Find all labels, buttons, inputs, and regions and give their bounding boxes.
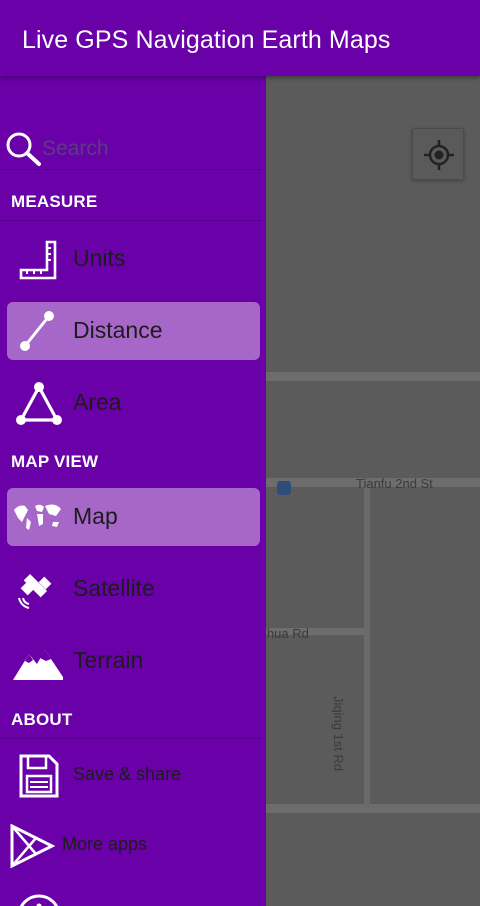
street-label: ihua Rd <box>266 626 309 641</box>
map-road <box>266 372 480 381</box>
divider <box>0 738 266 739</box>
section-about: ABOUT <box>11 710 73 729</box>
menu-item-label: More apps <box>62 834 148 854</box>
mountain-icon <box>13 650 63 680</box>
street-label: Tianfu 2nd St <box>356 476 433 491</box>
menu-item-info[interactable] <box>7 884 260 906</box>
info-icon <box>19 894 59 906</box>
triangle-area-icon <box>16 382 62 425</box>
my-location-icon <box>424 140 454 170</box>
map-road <box>266 804 480 813</box>
menu-item-label: Satellite <box>73 575 155 601</box>
menu-item-area[interactable]: Area <box>7 374 260 432</box>
satellite-icon <box>18 573 52 609</box>
section-map-view: MAP VIEW <box>11 452 99 471</box>
play-store-icon <box>10 823 56 869</box>
search-bar <box>0 126 266 170</box>
map-road <box>364 478 370 808</box>
ruler-icon <box>19 240 57 280</box>
my-location-button[interactable] <box>412 128 464 180</box>
menu-item-satellite[interactable]: Satellite <box>7 560 260 618</box>
menu-item-map[interactable]: Map <box>7 488 260 546</box>
menu-item-save-share[interactable]: Save & share <box>7 746 260 804</box>
menu-item-distance[interactable]: Distance <box>7 302 260 360</box>
menu-item-label: Units <box>73 245 126 271</box>
menu-item-label: Distance <box>73 317 163 343</box>
menu-item-label: Map <box>73 503 118 529</box>
menu-item-more-apps[interactable]: More apps <box>2 816 255 874</box>
floppy-disk-icon <box>19 754 59 798</box>
menu-item-terrain[interactable]: Terrain <box>7 632 260 690</box>
menu-item-label: Terrain <box>73 647 144 673</box>
world-map-icon <box>14 504 61 530</box>
menu-item-label: Area <box>73 389 122 415</box>
section-measure: MEASURE <box>11 192 98 211</box>
menu-item-label: Save & share <box>73 764 182 784</box>
menu-item-units[interactable]: Units <box>7 230 260 288</box>
app-title: Live GPS Navigation Earth Maps <box>22 26 391 54</box>
street-label: Jiqing 1st Rd <box>331 696 346 772</box>
line-segment-icon <box>20 311 54 351</box>
search-icon <box>6 132 41 166</box>
divider <box>0 220 266 221</box>
navigation-drawer: MEASURE Units Distance Area MA <box>0 76 266 906</box>
search-input[interactable] <box>42 134 252 164</box>
app-bar: Live GPS Navigation Earth Maps <box>0 0 480 76</box>
bus-stop-icon <box>277 481 291 495</box>
map-view[interactable]: Tianfu 2nd St ihua Rd Jiqing 1st Rd <box>266 76 480 906</box>
